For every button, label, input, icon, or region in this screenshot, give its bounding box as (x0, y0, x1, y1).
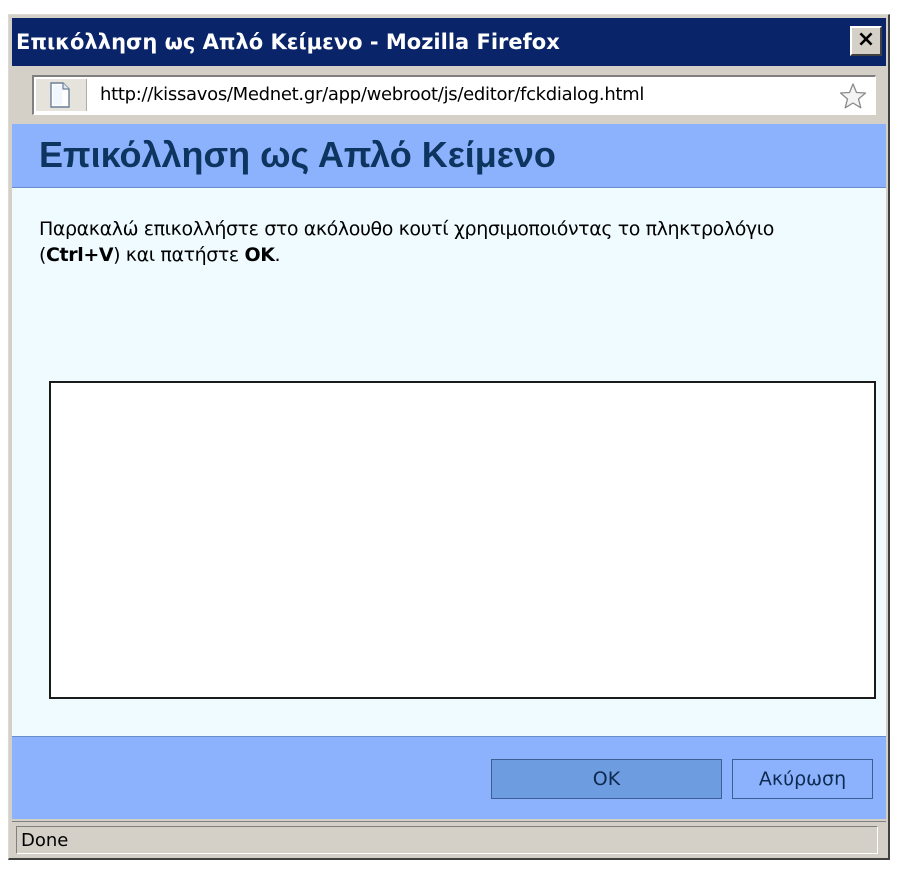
url-text: http://kissavos/Mednet.gr/app/webroot/js… (100, 84, 645, 105)
close-button[interactable]: × (850, 26, 882, 56)
dialog-footer: OK Ακύρωση (12, 736, 886, 819)
dialog-header: Επικόλληση ως Απλό Κείμενο (12, 124, 886, 188)
location-toolbar: http://kissavos/Mednet.gr/app/webroot/js… (12, 66, 886, 124)
close-icon: × (856, 27, 876, 52)
paste-textarea[interactable] (49, 381, 876, 699)
paste-instructions: Παρακαλώ επικολλήστε στο ακόλουθο κουτί … (39, 216, 859, 268)
status-bar: Done (12, 821, 886, 857)
instructions-text-3: . (274, 244, 281, 266)
cancel-button[interactable]: Ακύρωση (732, 759, 873, 799)
dialog-content: Επικόλληση ως Απλό Κείμενο Παρακαλώ επικ… (12, 124, 886, 819)
site-identity-button[interactable] (36, 79, 87, 111)
status-text: Done (16, 826, 878, 854)
window-titlebar[interactable]: Επικόλληση ως Απλό Κείμενο - Mozilla Fir… (12, 18, 886, 66)
instructions-ok-word: OK (244, 244, 275, 266)
window-title: Επικόλληση ως Απλό Κείμενο - Mozilla Fir… (16, 30, 560, 54)
dialog-title: Επικόλληση ως Απλό Κείμενο (39, 134, 556, 175)
browser-popup-window: Επικόλληση ως Απλό Κείμενο - Mozilla Fir… (8, 14, 890, 860)
ok-button[interactable]: OK (491, 759, 722, 799)
page-icon (50, 82, 70, 108)
star-icon[interactable] (839, 82, 867, 110)
url-field[interactable]: http://kissavos/Mednet.gr/app/webroot/js… (32, 75, 876, 115)
instructions-shortcut: Ctrl+V (46, 244, 114, 266)
instructions-text-2: ) και πατήστε (113, 244, 245, 266)
